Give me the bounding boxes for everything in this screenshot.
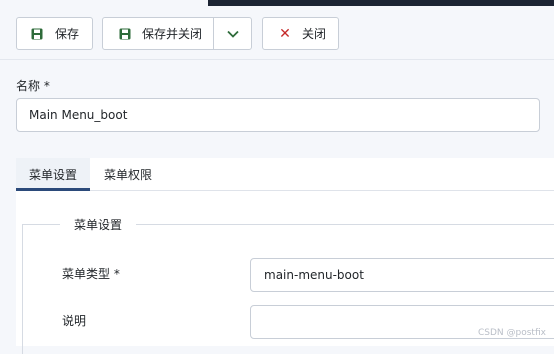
save-options-dropdown-button[interactable] xyxy=(213,17,252,50)
save-label: 保存 xyxy=(55,27,80,41)
save-icon xyxy=(118,27,132,41)
save-and-close-button[interactable]: 保存并关闭 xyxy=(102,17,214,50)
tab-menu-settings[interactable]: 菜单设置 xyxy=(16,158,90,191)
watermark: CSDN @postfix xyxy=(478,328,546,338)
save-and-close-label: 保存并关闭 xyxy=(142,27,203,41)
menu-type-label: 菜单类型 * xyxy=(62,267,120,281)
menu-type-input[interactable] xyxy=(250,258,554,292)
toolbar: 保存 保存并关闭 ✕ 关闭 xyxy=(0,6,554,60)
save-button[interactable]: 保存 xyxy=(16,17,93,50)
name-field-label: 名称 * xyxy=(16,79,50,93)
description-label: 说明 xyxy=(62,314,87,328)
close-button[interactable]: ✕ 关闭 xyxy=(262,17,339,50)
close-icon: ✕ xyxy=(279,25,291,42)
tab-bar: 菜单设置 菜单权限 xyxy=(16,158,554,191)
fieldset-legend: 菜单设置 xyxy=(60,216,137,233)
tab-menu-permissions[interactable]: 菜单权限 xyxy=(92,158,164,191)
close-label: 关闭 xyxy=(302,27,327,41)
save-icon xyxy=(30,27,44,41)
chevron-down-icon xyxy=(226,27,240,41)
name-input[interactable] xyxy=(16,98,540,132)
